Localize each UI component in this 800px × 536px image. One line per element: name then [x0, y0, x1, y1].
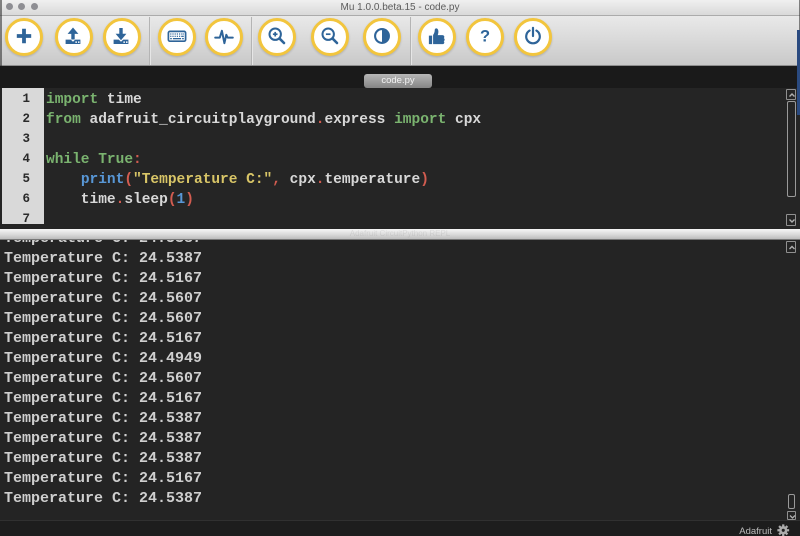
svg-text:?: ?: [479, 28, 489, 46]
